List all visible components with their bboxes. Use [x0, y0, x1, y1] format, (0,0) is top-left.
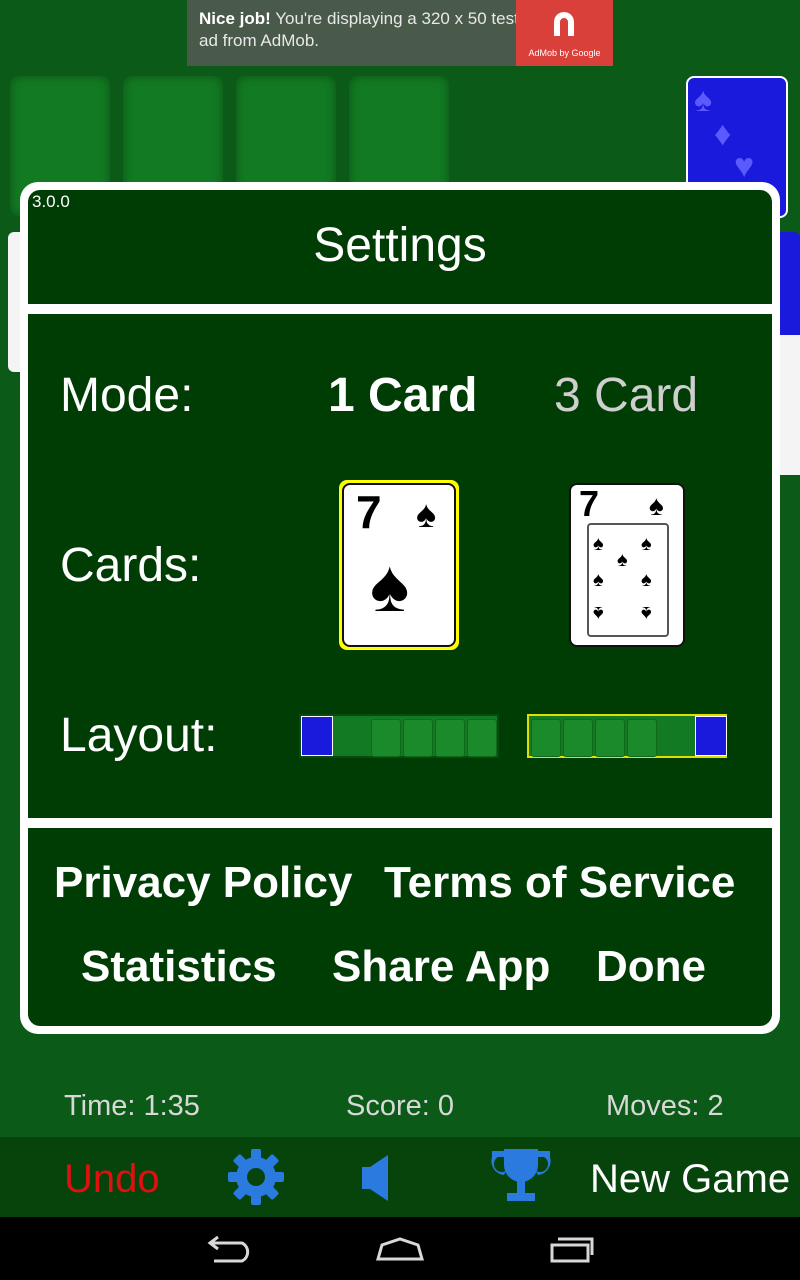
foundation-mini — [595, 719, 625, 757]
dialog-header: 3.0.0 Settings — [28, 190, 772, 304]
spade-icon: ♠ — [416, 493, 437, 537]
spade-icon: ♠ — [593, 567, 604, 591]
settings-dialog: 3.0.0 Settings Mode: 1 Card 3 Card Cards… — [20, 182, 780, 1034]
cards-label: Cards: — [60, 539, 202, 592]
foundation-mini — [563, 719, 593, 757]
layout-right-handed-option[interactable] — [527, 714, 727, 758]
gear-icon[interactable] — [226, 1147, 286, 1207]
spade-icon: ♠ — [641, 531, 652, 555]
recent-apps-icon[interactable] — [548, 1235, 596, 1263]
layout-left-handed-option[interactable] — [299, 714, 499, 758]
back-icon[interactable] — [204, 1235, 256, 1263]
score-display: Score: 0 — [346, 1090, 454, 1122]
moves-display: Moves: 2 — [606, 1090, 724, 1122]
undo-button[interactable]: Undo — [64, 1157, 160, 1202]
card-rank: 7 — [356, 486, 382, 538]
spade-icon: ♠ — [649, 489, 664, 522]
dialog-footer: Privacy Policy Terms of Service Statisti… — [28, 828, 772, 1026]
done-button[interactable]: Done — [596, 942, 706, 992]
new-game-button[interactable]: New Game — [590, 1157, 790, 1202]
version-label: 3.0.0 — [32, 192, 70, 211]
share-app-button[interactable]: Share App — [332, 942, 550, 992]
time-display: Time: 1:35 — [64, 1090, 200, 1122]
admob-logo: AdMob by Google — [516, 0, 613, 66]
spade-icon: ♠ — [617, 547, 628, 571]
stock-pile-mini — [301, 716, 333, 756]
admob-icon — [554, 12, 574, 36]
foundation-mini — [403, 719, 433, 757]
mode-option-1-card[interactable]: 1 Card — [328, 368, 477, 423]
spade-icon: ♠ — [593, 531, 604, 555]
spade-icon: ♠ — [641, 602, 652, 626]
foundation-mini — [371, 719, 401, 757]
foundation-mini — [531, 719, 561, 757]
mode-label: Mode: — [60, 369, 194, 422]
bottom-toolbar: Undo New Game — [0, 1137, 800, 1217]
spade-icon: ♠ — [641, 567, 652, 591]
sound-off-icon[interactable] — [360, 1153, 392, 1203]
layout-label: Layout: — [60, 709, 218, 762]
dialog-body: Mode: 1 Card 3 Card Cards: 7 ♠ ♠ 7 ♠ ♠ ♠… — [28, 314, 772, 818]
home-icon[interactable] — [374, 1235, 426, 1263]
privacy-policy-link[interactable]: Privacy Policy — [54, 858, 352, 908]
foundation-mini — [467, 719, 497, 757]
terms-of-service-link[interactable]: Terms of Service — [384, 858, 735, 908]
dialog-title: Settings — [313, 219, 487, 272]
card-rank: 7 — [579, 483, 600, 524]
statistics-button[interactable]: Statistics — [81, 942, 277, 992]
card-style-large-option[interactable]: 7 ♠ ♠ — [339, 480, 459, 650]
system-nav-bar — [0, 1217, 800, 1280]
foundation-mini — [435, 719, 465, 757]
ad-text: Nice job! You're displaying a 320 x 50 t… — [199, 9, 519, 50]
card-style-classic-option[interactable]: 7 ♠ ♠ ♠ ♠ ♠ ♠ ♠ ♠ — [569, 483, 685, 647]
trophy-icon[interactable] — [490, 1147, 552, 1207]
foundation-mini — [627, 719, 657, 757]
mode-option-3-card[interactable]: 3 Card — [554, 368, 698, 423]
spade-icon: ♠ — [694, 80, 713, 120]
stock-pile-mini — [695, 716, 727, 756]
heart-icon: ♥ — [734, 146, 755, 186]
ad-banner[interactable]: Nice job! You're displaying a 320 x 50 t… — [187, 0, 613, 66]
card-face-frame: ♠ ♠ ♠ ♠ ♠ ♠ ♠ — [587, 523, 669, 637]
spade-icon: ♠ — [370, 543, 410, 630]
diamond-icon: ♦ — [714, 114, 732, 154]
spade-icon: ♠ — [593, 602, 604, 626]
